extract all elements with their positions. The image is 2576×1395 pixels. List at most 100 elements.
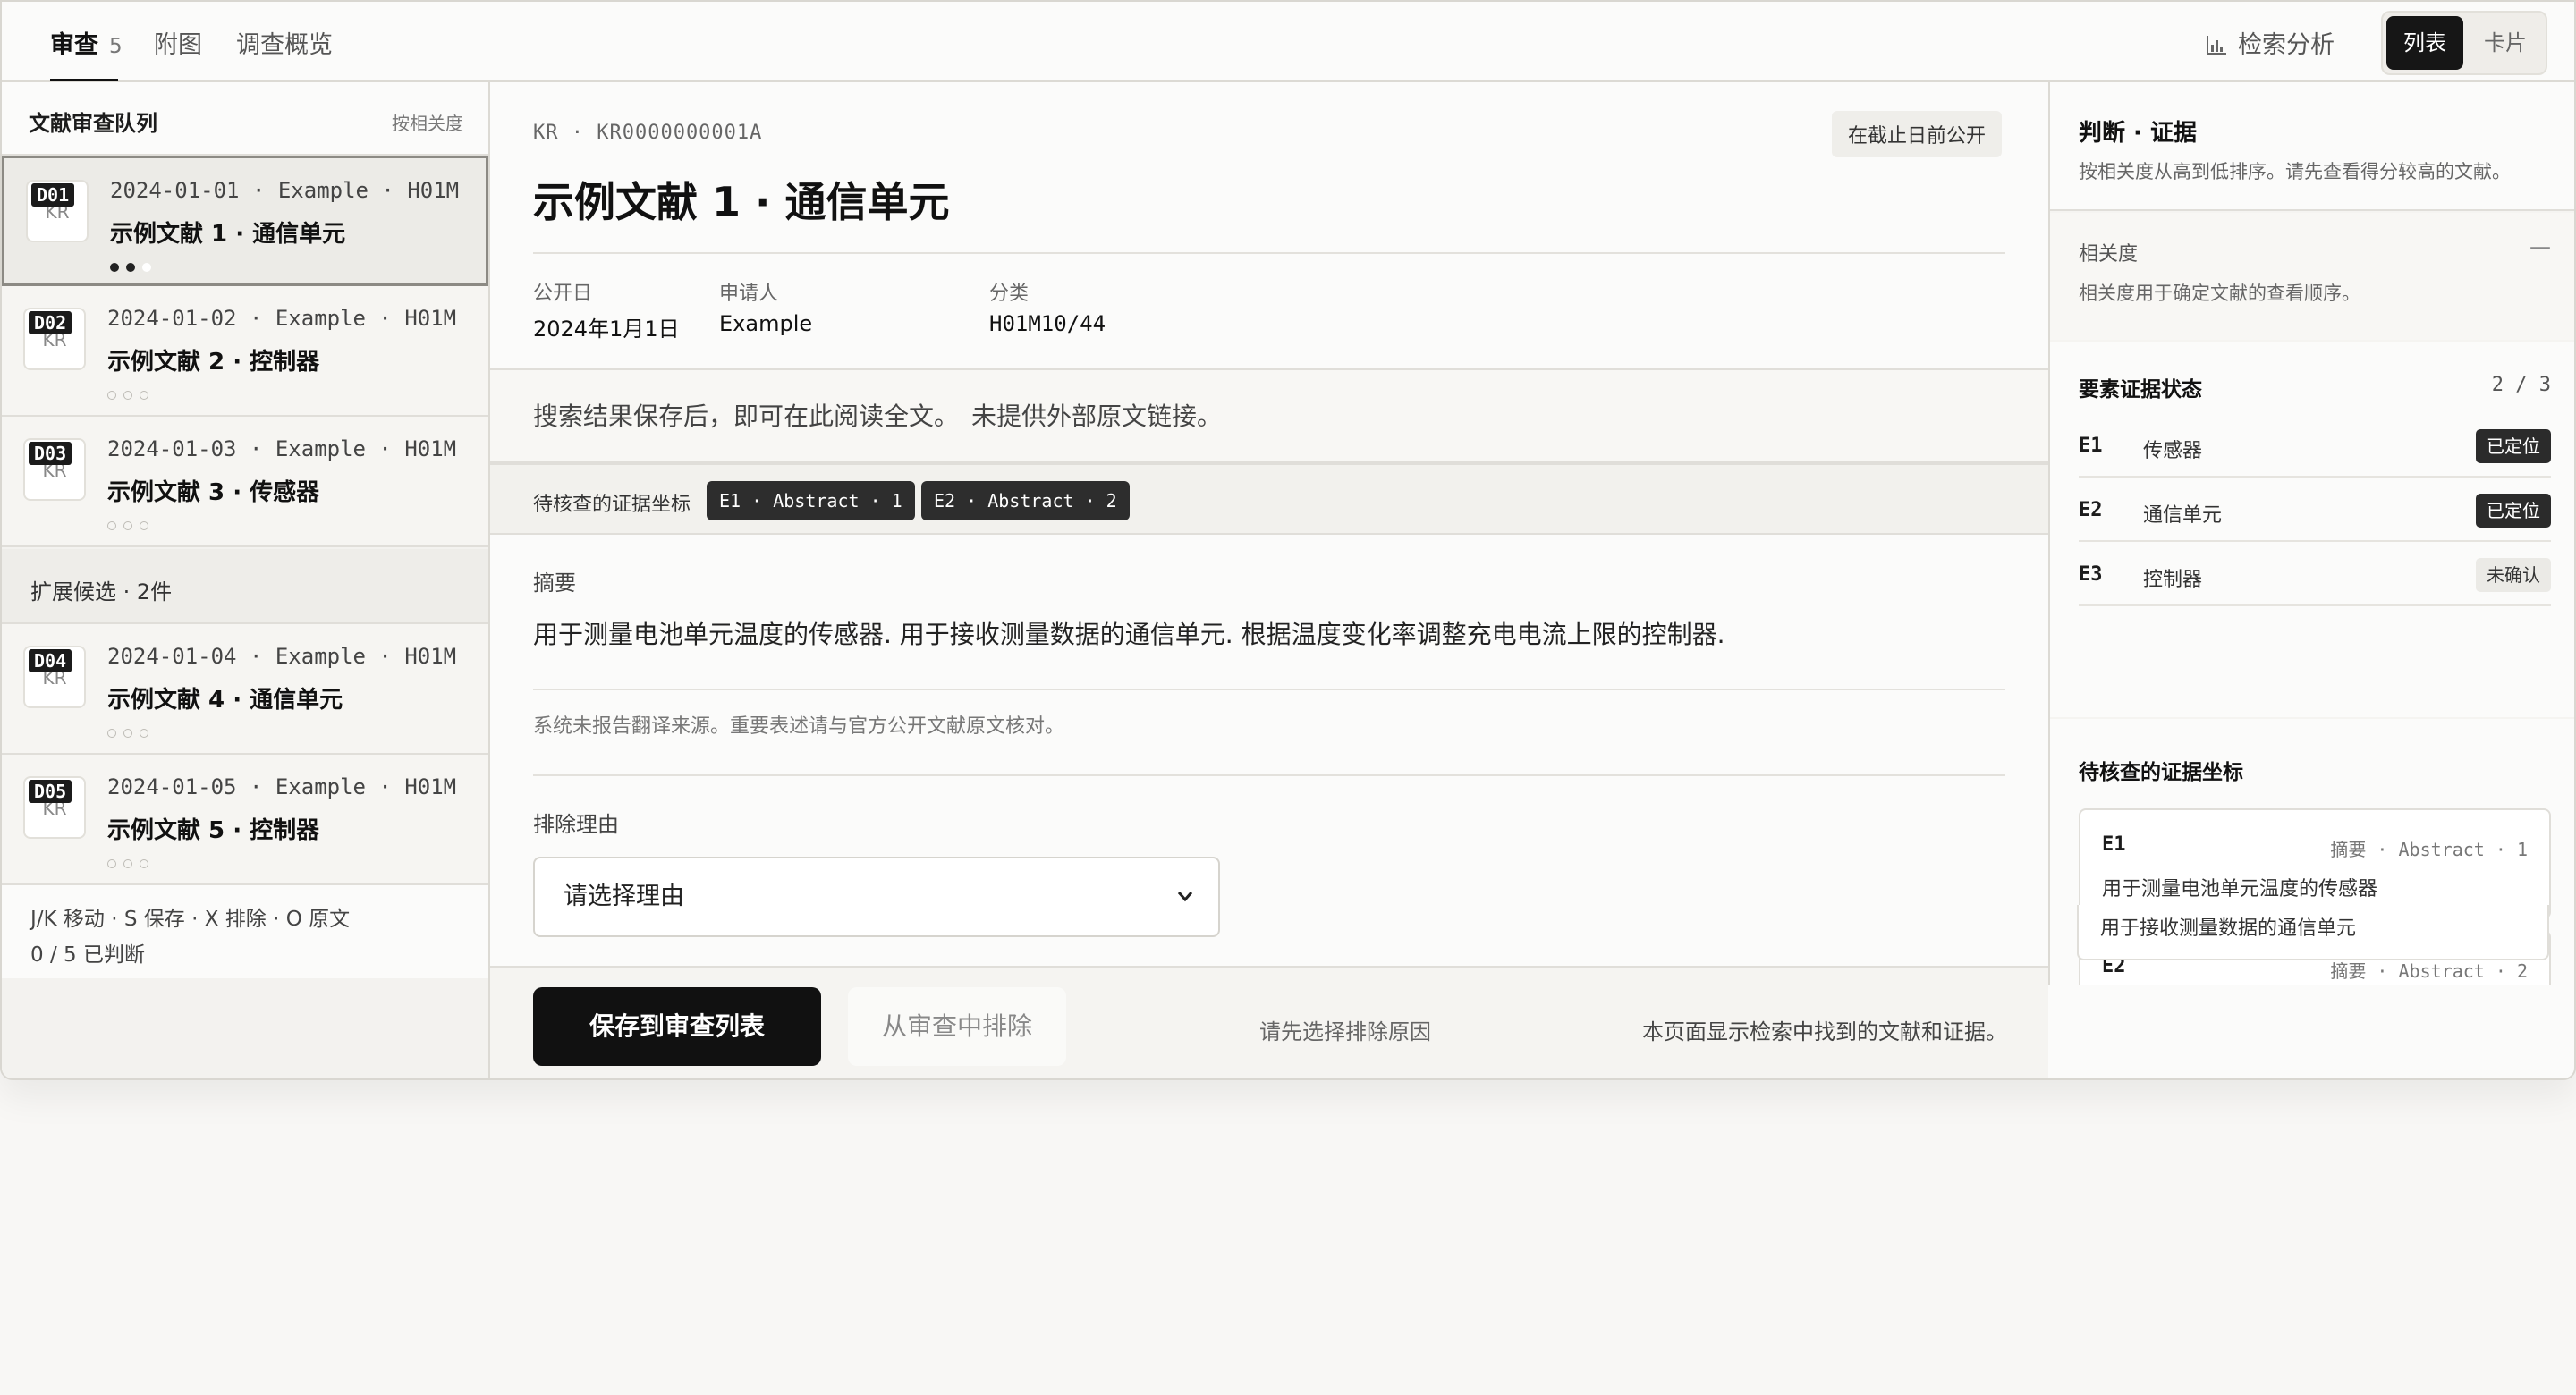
queue-item-d04[interactable]: KR D04 2024-01-04 · Example · H01M 示例文献 …: [2, 624, 488, 755]
evidence-card-text: 用于接收测量数据的通信单元: [2100, 912, 2356, 941]
tab-figures[interactable]: 附图: [154, 25, 202, 60]
element-evidence-count: 2 / 3: [2492, 374, 2551, 396]
relevance-section: 相关度 — 相关度用于确定文献的查看顺序。: [2050, 213, 2576, 340]
element-id: E1: [2079, 435, 2103, 457]
exclude-hint: 请先选择排除原因: [1259, 1014, 1431, 1045]
element-row-e3[interactable]: E3 控制器 未确认: [2079, 542, 2551, 606]
queue-item-d05[interactable]: KR D05 2024-01-05 · Example · H01M 示例文献 …: [2, 755, 488, 885]
queue-item-d03[interactable]: KR D03 2024-01-03 · Example · H01M 示例文献 …: [2, 417, 488, 547]
element-row-e2[interactable]: E2 通信单元 已定位: [2079, 478, 2551, 542]
expanded-candidates-header[interactable]: 扩展候选 · 2件: [2, 549, 488, 624]
evidence-dot-empty: [142, 263, 151, 272]
judgment-evidence-panel: 判断 · 证据 按相关度从高到低排序。请先查看得分较高的文献。 相关度 — 相关…: [2048, 82, 2576, 985]
document-detail: KR · KR0000000001A 在截止日前公开 示例文献 1 · 通信单元…: [490, 82, 2048, 1080]
published-before-cutoff-badge: 在截止日前公开: [1832, 111, 2002, 157]
view-toggle: 列表 卡片: [2381, 11, 2547, 75]
doc-code: D01: [31, 183, 74, 207]
evidence-card-e1[interactable]: E1 摘要 · Abstract · 1 用于测量电池单元温度的传感器: [2079, 808, 2551, 919]
tab-review[interactable]: 审查5: [50, 25, 123, 60]
evidence-dot-empty: [140, 521, 148, 530]
classification-label: 分类: [989, 277, 1029, 306]
sort-by-relevance[interactable]: 按相关度: [392, 109, 463, 135]
evidence-dot-empty: [123, 729, 132, 738]
relevance-label: 相关度: [2079, 238, 2138, 266]
panel-header: 判断 · 证据 按相关度从高到低排序。请先查看得分较高的文献。: [2050, 82, 2576, 211]
doc-code: D03: [29, 442, 72, 465]
save-to-review-button[interactable]: 保存到审查列表: [533, 987, 821, 1066]
element-name: 控制器: [2143, 563, 2202, 592]
tab-overview[interactable]: 调查概览: [236, 25, 333, 60]
relevance-note: 相关度用于确定文献的查看顺序。: [2079, 279, 2360, 306]
doc-meta: 2024-01-05 · Example · H01M: [107, 774, 456, 799]
document-id: KR · KR0000000001A: [533, 122, 762, 144]
view-list-button[interactable]: 列表: [2386, 16, 2463, 70]
doc-meta: 2024-01-03 · Example · H01M: [107, 436, 456, 461]
evidence-dot-empty: [107, 391, 116, 400]
evidence-dot-found: [126, 263, 135, 272]
translation-note: 系统未报告翻译来源。重要表述请与官方公开文献原文核对。: [533, 710, 1064, 739]
queue-item-d01[interactable]: KR D01 2024-01-01 · Example · H01M 示例文献 …: [2, 156, 488, 286]
page-hint: 本页面显示检索中找到的文献和证据。: [1642, 1014, 2007, 1045]
doc-meta: 2024-01-02 · Example · H01M: [107, 306, 456, 331]
pub-date-value: 2024年1月1日: [533, 311, 680, 342]
element-id: E2: [2079, 499, 2103, 521]
evidence-card-e2-body[interactable]: 用于接收测量数据的通信单元: [2077, 905, 2549, 960]
review-queue-panel: 文献审查队列 按相关度 KR D01 2024-01-01 · Example …: [2, 82, 490, 1080]
doc-meta: 2024-01-04 · Example · H01M: [107, 644, 456, 669]
evidence-dot-empty: [123, 521, 132, 530]
abstract-text: 用于测量电池单元温度的传感器. 用于接收测量数据的通信单元. 根据温度变化率调整…: [533, 615, 1725, 651]
doc-thumbnail: KR D02: [23, 308, 86, 370]
evidence-dots: [107, 724, 156, 737]
element-row-e1[interactable]: E1 传感器 已定位: [2079, 413, 2551, 478]
status-badge: 已定位: [2476, 429, 2551, 463]
exclusion-reason-value: 请选择理由: [564, 883, 684, 910]
queue-item-d02[interactable]: KR D02 2024-01-02 · Example · H01M 示例文献 …: [2, 286, 488, 417]
doc-code: D05: [29, 780, 72, 803]
tab-review-label: 审查: [50, 31, 98, 59]
element-name: 通信单元: [2143, 499, 2222, 528]
status-badge: 已定位: [2476, 494, 2551, 528]
evidence-dot-empty: [107, 521, 116, 530]
doc-title: 示例文献 1 · 通信单元: [110, 216, 345, 249]
evidence-dots: [107, 386, 156, 399]
evidence-dot-empty: [140, 859, 148, 868]
divider: [533, 774, 2005, 776]
exclude-button[interactable]: 从审查中排除: [848, 987, 1066, 1066]
evidence-dot-empty: [140, 729, 148, 738]
action-bar: 保存到审查列表 从审查中排除 请先选择排除原因 本页面显示检索中找到的文献和证据…: [490, 966, 2048, 1080]
fulltext-notice: 搜索结果保存后，即可在此阅读全文。 未提供外部原文链接。: [490, 368, 2048, 463]
queue-title: 文献审查队列: [29, 106, 157, 137]
keyboard-shortcuts: J/K 移动 · S 保存 · X 排除 · O 原文: [30, 901, 350, 932]
search-analysis-button[interactable]: 检索分析: [2206, 25, 2334, 60]
evidence-dot-empty: [123, 391, 132, 400]
evidence-chip-e1[interactable]: E1 · Abstract · 1: [707, 481, 915, 520]
doc-title: 示例文献 2 · 控制器: [107, 343, 319, 376]
doc-title: 示例文献 4 · 通信单元: [107, 681, 343, 714]
evidence-dot-empty: [107, 729, 116, 738]
doc-thumbnail: KR D04: [23, 646, 86, 708]
abstract-label: 摘要: [533, 565, 576, 596]
view-card-button[interactable]: 卡片: [2467, 16, 2544, 70]
evidence-dot-empty: [107, 859, 116, 868]
evidence-chip-e2[interactable]: E2 · Abstract · 2: [921, 481, 1130, 520]
document-title: 示例文献 1 · 通信单元: [533, 170, 950, 229]
expanded-candidates-label: 扩展候选 · 2件: [30, 574, 172, 605]
active-tab-indicator: [50, 79, 118, 81]
evidence-card-id: E1: [2102, 833, 2126, 856]
divider: [533, 689, 2005, 690]
exclusion-reason-select[interactable]: 请选择理由: [533, 857, 1220, 937]
evidence-card-source: 摘要 · Abstract · 1: [2330, 835, 2528, 861]
doc-meta: 2024-01-01 · Example · H01M: [110, 178, 459, 203]
doc-code: D02: [29, 311, 72, 334]
evidence-dots: [110, 258, 158, 271]
fulltext-notice-text: 搜索结果保存后，即可在此阅读全文。 未提供外部原文链接。: [533, 397, 1222, 433]
bar-chart-icon: [2206, 35, 2227, 55]
evidence-dot-empty: [123, 859, 132, 868]
doc-title: 示例文献 5 · 控制器: [107, 812, 319, 845]
element-evidence-title: 要素证据状态: [2079, 372, 2202, 402]
evidence-dot-found: [110, 263, 119, 272]
search-analysis-label: 检索分析: [2238, 31, 2334, 59]
panel-subtitle: 按相关度从高到低排序。请先查看得分较高的文献。: [2079, 157, 2511, 184]
relevance-value: —: [2529, 234, 2551, 259]
doc-thumbnail: KR D03: [23, 438, 86, 501]
